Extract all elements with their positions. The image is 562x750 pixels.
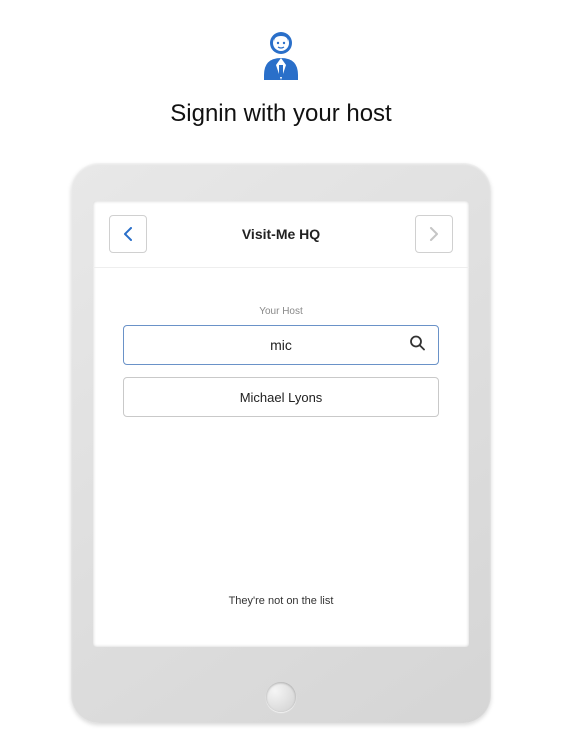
page-heading: Signin with your host	[170, 100, 391, 128]
search-wrap	[123, 325, 439, 365]
host-avatar-icon	[256, 30, 306, 85]
back-button[interactable]	[109, 215, 147, 253]
host-result-name: Michael Lyons	[240, 390, 323, 405]
screen-header: Visit-Me HQ	[93, 201, 469, 268]
screen-title: Visit-Me HQ	[242, 226, 320, 242]
host-result-item[interactable]: Michael Lyons	[123, 377, 439, 417]
host-search-input[interactable]	[123, 325, 439, 365]
not-on-list-link[interactable]: They're not on the list	[229, 595, 334, 607]
chevron-right-icon	[428, 227, 440, 241]
host-field-label: Your Host	[259, 306, 303, 317]
forward-button[interactable]	[415, 215, 453, 253]
tablet-home-button	[266, 682, 296, 712]
chevron-left-icon	[122, 227, 134, 241]
tablet-frame: Visit-Me HQ Your Host Michael Lyon	[71, 163, 491, 723]
screen-body: Your Host Michael Lyons They're not on t…	[93, 268, 469, 647]
tablet-screen: Visit-Me HQ Your Host Michael Lyon	[93, 201, 469, 647]
